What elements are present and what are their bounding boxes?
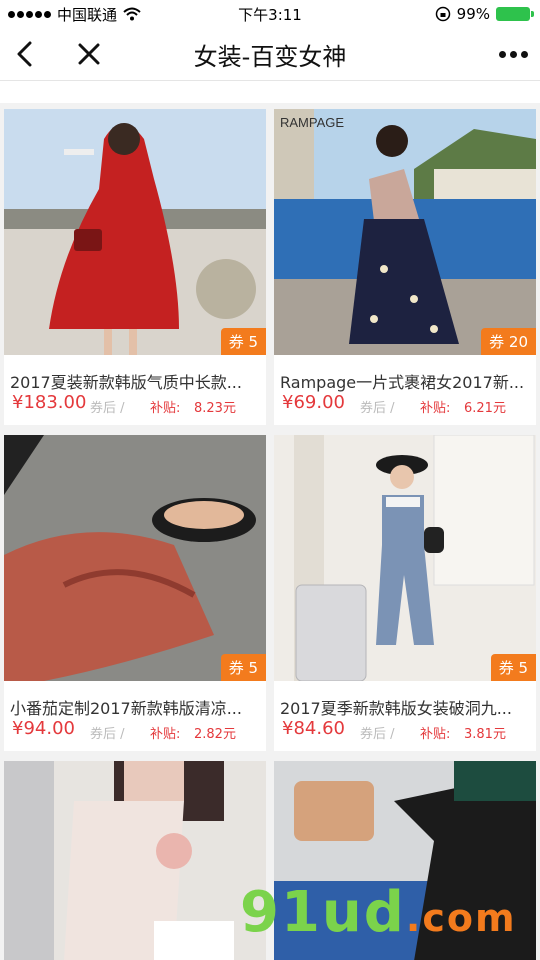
coupon-badge: 券 5 [220, 328, 266, 355]
product-image[interactable]: 券 5 [274, 435, 536, 681]
subsidy-value: 3.81元 [464, 727, 506, 742]
after-coupon-label: 券后 / [360, 401, 395, 416]
watermark: 91ud.com [240, 880, 517, 945]
product-card[interactable]: 券 5 小番茄定制2017新款韩版清凉... ¥94.00 券后 / 补贴: 2… [4, 435, 266, 751]
brand-logo: RAMPAGE [280, 115, 344, 130]
product-image[interactable]: 券 5 [4, 435, 266, 681]
more-button[interactable] [499, 28, 528, 80]
battery-icon [496, 7, 534, 21]
close-button[interactable] [64, 28, 114, 80]
battery-percent: 99% [456, 5, 490, 23]
product-card[interactable]: 券 5 2017夏装新款韩版气质中长款... ¥183.00 券后 / 补贴: … [4, 109, 266, 425]
product-title[interactable]: 小番茄定制2017新款韩版清凉... [10, 695, 260, 719]
orientation-lock-icon [435, 6, 450, 22]
after-coupon-label: 券后 / [90, 727, 125, 742]
coupon-badge: 券 5 [490, 654, 536, 681]
product-title[interactable]: Rampage一片式裹裙女2017新... [280, 369, 530, 393]
close-icon [78, 43, 100, 65]
product-price: ¥183.00 [12, 392, 87, 413]
product-price: ¥84.60 [282, 718, 345, 739]
product-title[interactable]: 2017夏装新款韩版气质中长款... [10, 369, 260, 393]
status-bar: 中国联通 下午3:11 99% [0, 0, 540, 28]
subsidy-value: 6.21元 [464, 401, 506, 416]
subsidy-label: 补贴: [420, 401, 451, 416]
more-dots-icon [499, 50, 506, 58]
subsidy-label: 补贴: [420, 727, 451, 742]
product-image[interactable] [4, 761, 266, 960]
coupon-badge: 券 20 [481, 328, 536, 355]
product-price: ¥94.00 [12, 718, 75, 739]
subsidy-value: 2.82元 [194, 727, 236, 742]
after-coupon-label: 券后 / [360, 727, 395, 742]
status-left: 中国联通 [0, 4, 141, 25]
carrier-label: 中国联通 [57, 5, 118, 24]
coupon-badge: 券 5 [220, 654, 266, 681]
product-image[interactable]: RAMPAGE 券 20 [274, 109, 536, 355]
subsidy-label: 补贴: [150, 727, 181, 742]
after-coupon-label: 券后 / [90, 401, 125, 416]
back-arrow-icon [17, 41, 32, 67]
product-price: ¥69.00 [282, 392, 345, 413]
product-title[interactable]: 2017夏季新款韩版女装破洞九... [280, 695, 530, 719]
product-card[interactable] [4, 761, 266, 960]
subsidy-value: 8.23元 [194, 401, 236, 416]
product-card[interactable]: 券 5 2017夏季新款韩版女装破洞九... ¥84.60 券后 / 补贴: 3… [274, 435, 536, 751]
wifi-icon [123, 7, 141, 21]
product-grid[interactable]: 券 5 2017夏装新款韩版气质中长款... ¥183.00 券后 / 补贴: … [0, 81, 540, 960]
partial-row-top [0, 81, 540, 103]
product-image[interactable]: 券 5 [4, 109, 266, 355]
subsidy-label: 补贴: [150, 401, 181, 416]
nav-bar: 女装-百变女神 [0, 28, 540, 81]
back-button[interactable] [0, 28, 50, 80]
product-card[interactable]: RAMPAGE 券 20 Rampage一片式裹裙女2017新... ¥69.0… [274, 109, 536, 425]
status-right: 99% [435, 5, 540, 23]
signal-icon [8, 10, 51, 18]
